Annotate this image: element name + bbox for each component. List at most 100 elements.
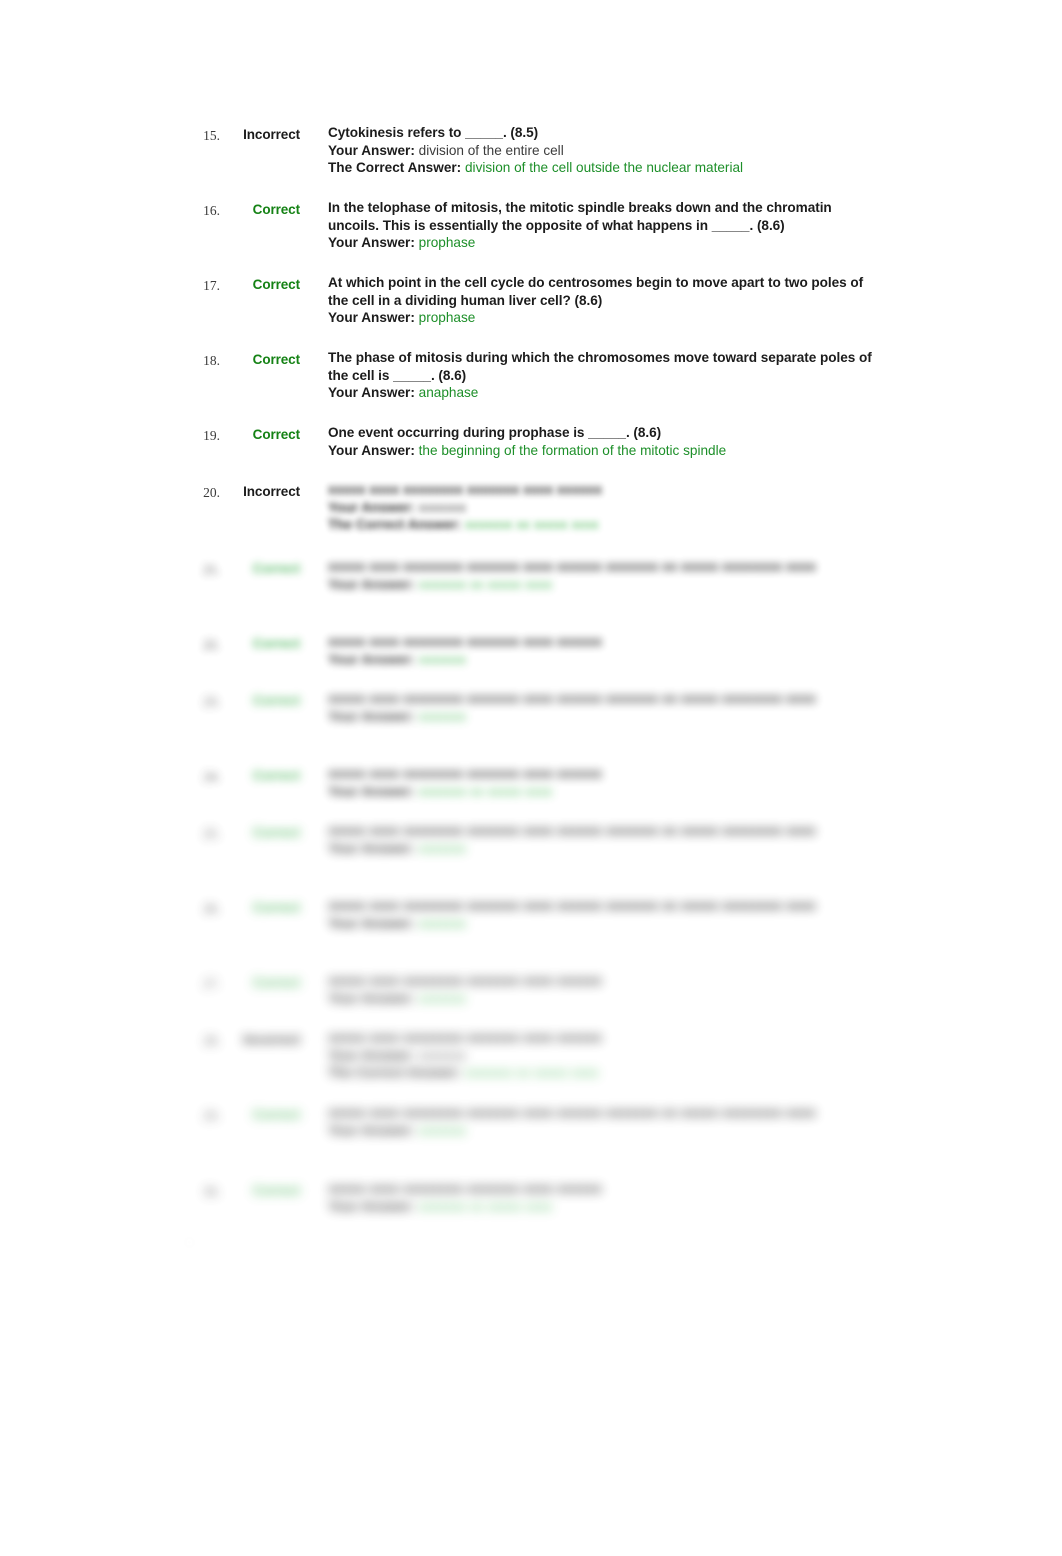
status-badge: Correct	[252, 636, 300, 651]
question-text: One event occurring during prophase is _…	[328, 425, 662, 440]
question-body: At which point in the cell cycle do cent…	[328, 274, 886, 327]
status-badge: Correct	[252, 277, 300, 292]
question-body: Cytokinesis refers to _____. (8.5) Your …	[328, 124, 886, 177]
question-body: xxxxx xxxx xxxxxxxx xxxxxxx xxxx xxxxxx …	[328, 633, 886, 668]
your-answer-value: xxxxxxx xx xxxxx xxxx	[418, 783, 553, 799]
question-text: xxxxx xxxx xxxxxxxx xxxxxxx xxxx xxxxxx …	[328, 898, 816, 913]
question-item[interactable]: 21. Correct xxxxx xxxx xxxxxxxx xxxxxxx …	[186, 558, 886, 593]
question-number: 18.	[203, 353, 220, 368]
question-number: 24.	[203, 769, 220, 784]
question-item[interactable]: 18. Correct The phase of mitosis during …	[186, 349, 886, 402]
status-badge: Correct	[252, 900, 300, 915]
correct-answer-label: The Correct Answer:	[328, 1065, 462, 1081]
your-answer-label: Your Answer:	[328, 235, 415, 251]
question-number: 28.	[203, 1033, 220, 1048]
your-answer-value: xxxxxxx	[418, 651, 467, 667]
question-body: xxxxx xxxx xxxxxxxx xxxxxxx xxxx xxxxxx …	[328, 1029, 886, 1082]
your-answer-line: Your Answer: xxxxxxx	[328, 708, 886, 726]
your-answer-line: Your Answer: xxxxxxx	[328, 1122, 886, 1140]
question-item[interactable]: 30. Correct xxxxx xxxx xxxxxxxx xxxxxxx …	[186, 1180, 886, 1215]
question-number: 21.	[203, 562, 220, 577]
your-answer-value: xxxxxxx	[418, 915, 467, 931]
status-badge: Correct	[252, 427, 300, 442]
status-badge: Correct	[252, 975, 300, 990]
question-number: 23.	[203, 694, 220, 709]
your-answer-label: Your Answer:	[328, 990, 415, 1006]
question-item[interactable]: 20. Incorrect xxxxx xxxx xxxxxxxx xxxxxx…	[186, 481, 886, 534]
question-number: 30.	[203, 1184, 220, 1199]
your-answer-label: Your Answer:	[328, 915, 415, 931]
your-answer-line: Your Answer: prophase	[328, 234, 886, 252]
question-item[interactable]: 19. Correct One event occurring during p…	[186, 424, 886, 459]
question-number: 26.	[203, 901, 220, 916]
question-text: xxxxx xxxx xxxxxxxx xxxxxxx xxxx xxxxxx …	[328, 691, 816, 706]
question-body: One event occurring during prophase is _…	[328, 424, 886, 459]
quiz-results-list: 15. Incorrect Cytokinesis refers to ____…	[0, 0, 1062, 1556]
your-answer-value: xxxxxxx xx xxxxx xxxx	[418, 1198, 553, 1214]
status-badge: Correct	[252, 202, 300, 217]
status-badge: Correct	[252, 1183, 300, 1198]
status-badge: Correct	[252, 693, 300, 708]
your-answer-label: Your Answer:	[328, 385, 415, 401]
your-answer-line: Your Answer: the beginning of the format…	[328, 442, 886, 460]
your-answer-value: xxxxxxx xx xxxxx xxxx	[418, 576, 553, 592]
your-answer-value: prophase	[418, 235, 476, 251]
correct-answer-value: xxxxxxx xx xxxxx xxxx	[464, 1065, 599, 1081]
correct-answer-line: The Correct Answer: xxxxxxx xx xxxxx xxx…	[328, 1064, 886, 1082]
question-text: xxxxx xxxx xxxxxxxx xxxxxxx xxxx xxxxxx …	[328, 559, 816, 574]
status-badge: Incorrect	[243, 127, 300, 142]
your-answer-line: Your Answer: xxxxxxx	[328, 499, 886, 517]
status-badge: Incorrect	[243, 1032, 300, 1047]
question-body: xxxxx xxxx xxxxxxxx xxxxxxx xxxx xxxxxx …	[328, 1180, 886, 1215]
answer-blank: _____	[711, 217, 750, 233]
question-item[interactable]: 29. Correct xxxxx xxxx xxxxxxxx xxxxxxx …	[186, 1104, 886, 1139]
question-item[interactable]: 28. Incorrect xxxxx xxxx xxxxxxxx xxxxxx…	[186, 1029, 886, 1082]
question-text: Cytokinesis refers to _____. (8.5)	[328, 125, 539, 140]
your-answer-value: xxxxxxx	[418, 499, 467, 515]
your-answer-line: Your Answer: division of the entire cell	[328, 142, 886, 160]
question-text: At which point in the cell cycle do cent…	[328, 275, 864, 308]
question-text: xxxxx xxxx xxxxxxxx xxxxxxx xxxx xxxxxx	[328, 973, 602, 988]
question-item[interactable]: 27. Correct xxxxx xxxx xxxxxxxx xxxxxxx …	[186, 972, 886, 1007]
question-item[interactable]: 26. Correct xxxxx xxxx xxxxxxxx xxxxxxx …	[186, 897, 886, 932]
question-number: 19.	[203, 428, 220, 443]
correct-answer-label: The Correct Answer:	[328, 160, 462, 176]
your-answer-value: xxxxxxx	[418, 1047, 467, 1063]
question-item[interactable]: 23. Correct xxxxx xxxx xxxxxxxx xxxxxxx …	[186, 690, 886, 725]
question-body: xxxxx xxxx xxxxxxxx xxxxxxx xxxx xxxxxx …	[328, 558, 886, 593]
question-text: xxxxx xxxx xxxxxxxx xxxxxxx xxxx xxxxxx	[328, 634, 602, 649]
answer-blank: _____	[393, 367, 431, 383]
your-answer-line: Your Answer: xxxxxxx	[328, 915, 886, 933]
your-answer-line: Your Answer: xxxxxxx xx xxxxx xxxx	[328, 1198, 886, 1216]
correct-answer-line: The Correct Answer: division of the cell…	[328, 159, 886, 177]
your-answer-value: xxxxxxx	[418, 1122, 467, 1138]
question-item[interactable]: 15. Incorrect Cytokinesis refers to ____…	[186, 124, 886, 177]
your-answer-value: anaphase	[418, 385, 479, 401]
your-answer-label: Your Answer:	[328, 310, 415, 326]
question-body: xxxxx xxxx xxxxxxxx xxxxxxx xxxx xxxxxx …	[328, 765, 886, 800]
your-answer-value: xxxxxxx	[418, 708, 467, 724]
question-body: xxxxx xxxx xxxxxxxx xxxxxxx xxxx xxxxxx …	[328, 481, 886, 534]
status-badge: Correct	[252, 352, 300, 367]
question-item[interactable]: 22. Correct xxxxx xxxx xxxxxxxx xxxxxxx …	[186, 633, 886, 668]
your-answer-line: Your Answer: xxxxxxx	[328, 990, 886, 1008]
question-number: 25.	[203, 826, 220, 841]
question-number: 22.	[203, 637, 220, 652]
correct-answer-label: The Correct Answer:	[328, 517, 462, 533]
question-item[interactable]: 16. Correct In the telophase of mitosis,…	[186, 199, 886, 252]
your-answer-label: Your Answer:	[328, 442, 415, 458]
your-answer-label: Your Answer:	[328, 708, 415, 724]
question-body: The phase of mitosis during which the ch…	[328, 349, 886, 402]
question-item[interactable]: 17. Correct At which point in the cell c…	[186, 274, 886, 327]
question-body: xxxxx xxxx xxxxxxxx xxxxxxx xxxx xxxxxx …	[328, 690, 886, 725]
your-answer-line: Your Answer: prophase	[328, 309, 886, 327]
question-item[interactable]: 24. Correct xxxxx xxxx xxxxxxxx xxxxxxx …	[186, 765, 886, 800]
your-answer-label: Your Answer:	[328, 783, 415, 799]
your-answer-label: Your Answer:	[328, 651, 415, 667]
list-tail-marker: .	[188, 1232, 191, 1246]
your-answer-label: Your Answer:	[328, 1122, 415, 1138]
question-number: 17.	[203, 278, 220, 293]
correct-answer-line: The Correct Answer: xxxxxxx xx xxxxx xxx…	[328, 516, 886, 534]
question-item[interactable]: 25. Correct xxxxx xxxx xxxxxxxx xxxxxxx …	[186, 822, 886, 857]
your-answer-value: prophase	[418, 310, 476, 326]
